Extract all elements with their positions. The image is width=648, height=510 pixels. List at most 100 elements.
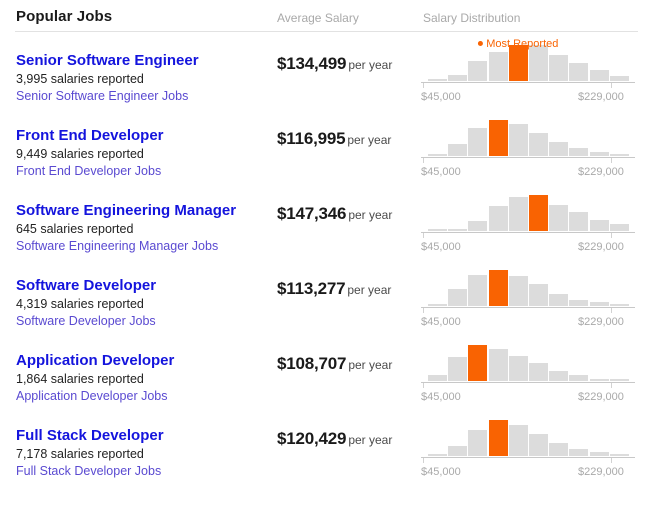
average-salary-amount: $120,429 xyxy=(277,429,347,448)
salary-distribution-chart: $45,000 $229,000 xyxy=(421,258,635,333)
salaries-reported-count: 3,995 salaries reported xyxy=(16,72,144,86)
chart-axis-line xyxy=(421,382,635,383)
average-salary-cell: $120,429 per year xyxy=(277,429,392,449)
axis-label-max: $229,000 xyxy=(578,241,624,253)
histogram-bar xyxy=(488,349,508,381)
job-title-link[interactable]: Full Stack Developer xyxy=(16,427,266,445)
salary-period-label: per year xyxy=(348,433,393,447)
job-postings-link[interactable]: Front End Developer Jobs xyxy=(16,163,266,180)
histogram-bar xyxy=(569,63,589,81)
axis-tick xyxy=(423,383,424,388)
histogram-bar xyxy=(448,289,468,306)
histogram-bar-peak xyxy=(488,420,508,456)
histogram-bar xyxy=(569,148,589,156)
salaries-reported-count: 4,319 salaries reported xyxy=(16,297,144,311)
histogram-bar xyxy=(448,446,468,456)
histogram-bar xyxy=(549,443,569,456)
histogram-bar xyxy=(428,154,447,156)
histogram-bar-peak xyxy=(508,45,528,81)
job-title-link[interactable]: Software Developer xyxy=(16,277,266,295)
job-row: Software Engineering Manager 645 salaries… xyxy=(0,183,648,258)
histogram-bar xyxy=(589,302,609,306)
job-postings-link[interactable]: Software Developer Jobs xyxy=(16,313,266,330)
histogram-bar xyxy=(589,379,609,381)
salary-period-label: per year xyxy=(348,358,393,372)
salaries-reported-count: 1,864 salaries reported xyxy=(16,372,144,386)
average-salary-cell: $134,499 per year xyxy=(277,54,392,74)
histogram-bar xyxy=(428,229,447,231)
histogram-bar xyxy=(428,304,447,306)
job-postings-link[interactable]: Full Stack Developer Jobs xyxy=(16,463,266,480)
axis-label-min: $45,000 xyxy=(421,91,461,103)
job-postings-link[interactable]: Senior Software Engineer Jobs xyxy=(16,88,266,105)
axis-tick xyxy=(423,233,424,238)
job-row: Application Developer 1,864 salaries repo… xyxy=(0,333,648,408)
page-title: Popular Jobs xyxy=(16,8,113,25)
histogram-bar xyxy=(569,300,589,306)
job-row: Software Developer 4,319 salaries reporte… xyxy=(0,258,648,333)
salary-distribution-chart: $45,000 $229,000 xyxy=(421,108,635,183)
average-salary-amount: $147,346 xyxy=(277,204,347,223)
histogram-bar xyxy=(468,128,488,156)
job-postings-link[interactable]: Application Developer Jobs xyxy=(16,388,266,405)
histogram-bars xyxy=(428,45,629,81)
histogram-bar xyxy=(569,212,589,231)
axis-label-min: $45,000 xyxy=(421,391,461,403)
histogram-bar xyxy=(448,75,468,81)
histogram-bar xyxy=(508,276,528,306)
job-title-link[interactable]: Application Developer xyxy=(16,352,266,370)
job-row: Front End Developer 9,449 salaries report… xyxy=(0,108,648,183)
average-salary-amount: $134,499 xyxy=(277,54,347,73)
histogram-bar xyxy=(468,275,488,306)
histogram-bars xyxy=(428,120,629,156)
histogram-bar xyxy=(569,449,589,456)
histogram-bar xyxy=(529,284,548,306)
histogram-bar xyxy=(549,371,569,381)
chart-axis-line xyxy=(421,232,635,233)
histogram-bar xyxy=(448,357,468,381)
axis-tick xyxy=(611,308,612,313)
histogram-bar xyxy=(428,375,447,381)
histogram-bar xyxy=(609,76,629,81)
average-salary-amount: $113,277 xyxy=(277,279,346,298)
job-title-link[interactable]: Senior Software Engineer xyxy=(16,52,266,70)
histogram-bar xyxy=(468,61,488,81)
chart-axis-line xyxy=(421,457,635,458)
histogram-bars xyxy=(428,345,629,381)
axis-tick xyxy=(611,383,612,388)
axis-tick xyxy=(423,458,424,463)
salary-distribution-chart: $45,000 $229,000 xyxy=(421,333,635,408)
job-title-link[interactable]: Software Engineering Manager xyxy=(16,202,266,220)
axis-label-max: $229,000 xyxy=(578,466,624,478)
histogram-bar xyxy=(549,55,569,81)
job-postings-link[interactable]: Software Engineering Manager Jobs xyxy=(16,238,266,255)
histogram-bar-peak xyxy=(529,195,548,231)
histogram-bar xyxy=(468,430,488,456)
histogram-bar-peak xyxy=(488,120,508,156)
histogram-bar xyxy=(549,294,569,306)
axis-label-max: $229,000 xyxy=(578,166,624,178)
job-info: Application Developer 1,864 salaries repo… xyxy=(16,352,266,405)
salary-distribution-chart: $45,000 $229,000 xyxy=(421,183,635,258)
column-header-average-salary: Average Salary xyxy=(277,11,359,25)
histogram-bar xyxy=(589,70,609,81)
most-reported-label: Most Reported xyxy=(486,38,559,50)
histogram-bar-peak xyxy=(488,270,508,306)
column-header-salary-distribution: Salary Distribution xyxy=(423,11,521,25)
average-salary-cell: $108,707 per year xyxy=(277,354,392,374)
histogram-bar xyxy=(569,375,589,381)
job-row: Full Stack Developer 7,178 salaries repor… xyxy=(0,408,648,483)
salaries-reported-count: 7,178 salaries reported xyxy=(16,447,144,461)
average-salary-cell: $147,346 per year xyxy=(277,204,392,224)
axis-tick xyxy=(423,158,424,163)
axis-tick xyxy=(611,83,612,88)
histogram-bar xyxy=(529,434,548,456)
job-title-link[interactable]: Front End Developer xyxy=(16,127,266,145)
axis-label-max: $229,000 xyxy=(578,316,624,328)
job-info: Software Developer 4,319 salaries reporte… xyxy=(16,277,266,330)
axis-tick xyxy=(611,233,612,238)
job-info: Front End Developer 9,449 salaries report… xyxy=(16,127,266,180)
salary-period-label: per year xyxy=(347,283,392,297)
salary-period-label: per year xyxy=(347,133,392,147)
axis-label-min: $45,000 xyxy=(421,316,461,328)
